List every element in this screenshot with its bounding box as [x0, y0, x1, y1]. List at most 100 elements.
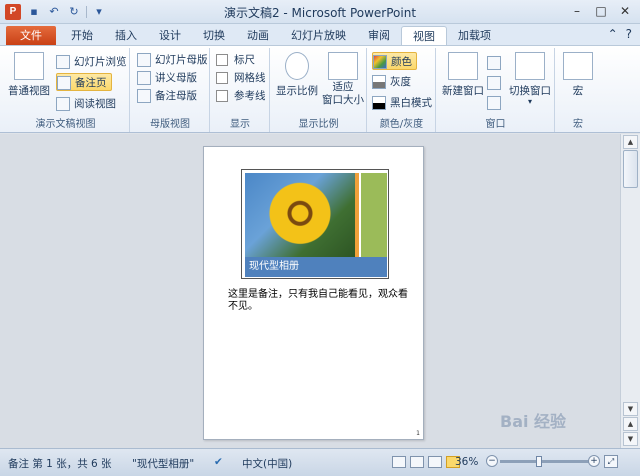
- gridlines-checkbox-box: [216, 72, 228, 84]
- tab-insert[interactable]: 插入: [104, 26, 148, 46]
- macros-button[interactable]: 宏: [560, 52, 596, 98]
- sorter-view-shortcut-icon[interactable]: [410, 456, 424, 468]
- zoom-button[interactable]: 显示比例: [273, 52, 321, 98]
- notes-page[interactable]: 现代型相册 这里是备注，只有我自己能看见，观众看不见。 1: [203, 146, 424, 440]
- notes-page-label: 备注页: [75, 77, 107, 89]
- notes-page-button[interactable]: 备注页: [56, 73, 112, 91]
- handout-master-label: 讲义母版: [155, 72, 197, 84]
- group-label-zoom: 显示比例: [298, 119, 339, 130]
- help-icon[interactable]: ?: [626, 27, 632, 41]
- slide-count-status: 备注 第 1 张，共 6 张: [8, 458, 112, 470]
- macros-icon: [563, 52, 593, 80]
- slide-sorter-label: 幻灯片浏览: [74, 56, 127, 68]
- move-split-button[interactable]: [487, 94, 501, 112]
- next-page-icon[interactable]: ▼: [623, 432, 638, 446]
- slide-green-panel: [361, 173, 387, 257]
- group-label-show: 显示: [230, 119, 250, 130]
- zoom-button-label: 显示比例: [276, 85, 318, 97]
- slide-sorter-icon: [56, 55, 70, 69]
- ruler-checkbox[interactable]: 标尺: [216, 51, 255, 69]
- language-status[interactable]: 中文(中国): [242, 456, 292, 471]
- restore-button[interactable]: □: [590, 2, 612, 20]
- group-label-window: 窗口: [485, 119, 506, 130]
- normal-view-icon: [14, 52, 44, 80]
- notes-text[interactable]: 这里是备注，只有我自己能看见，观众看不见。: [228, 289, 408, 313]
- sunflower-photo: [245, 173, 355, 257]
- slide-caption: 现代型相册: [245, 257, 387, 277]
- save-icon[interactable]: ▪: [26, 4, 42, 20]
- slide-master-button[interactable]: 幻灯片母版: [137, 51, 208, 69]
- fit-to-window-label-line1: 适应: [332, 81, 354, 93]
- handout-master-button[interactable]: 讲义母版: [137, 69, 197, 87]
- group-label-color: 颜色/灰度: [379, 119, 424, 130]
- new-window-button[interactable]: 新建窗口: [441, 52, 485, 98]
- scroll-up-arrow-icon[interactable]: ▲: [623, 135, 638, 149]
- fit-to-window-button[interactable]: 适应 窗口大小: [321, 52, 365, 107]
- spell-check-icon[interactable]: ✔: [214, 456, 223, 468]
- customize-qat-icon[interactable]: ▾: [91, 4, 107, 20]
- fit-to-window-icon: [328, 52, 358, 80]
- baidu-watermark: Bai 经验: [500, 412, 567, 431]
- arrange-all-icon: [487, 56, 501, 70]
- powerpoint-app-icon[interactable]: P: [5, 4, 21, 20]
- reading-view-button[interactable]: 阅读视图: [56, 95, 116, 113]
- normal-view-button[interactable]: 普通视图: [6, 52, 52, 98]
- group-macros: 宏 宏: [556, 48, 600, 132]
- grayscale-icon: [372, 75, 386, 89]
- zoom-slider[interactable]: [500, 460, 596, 463]
- slide-master-icon: [137, 53, 151, 67]
- tab-addins[interactable]: 加载项: [447, 26, 502, 46]
- fit-slide-icon[interactable]: ⤢: [604, 455, 618, 468]
- tab-design[interactable]: 设计: [148, 26, 192, 46]
- reading-view-shortcut-icon[interactable]: [428, 456, 442, 468]
- zoom-level[interactable]: 36%: [455, 456, 478, 468]
- normal-view-shortcut-icon[interactable]: [392, 456, 406, 468]
- zoom-slider-knob[interactable]: [536, 456, 542, 467]
- group-label-master-views: 母版视图: [150, 119, 190, 130]
- notes-master-button[interactable]: 备注母版: [137, 87, 197, 105]
- undo-icon[interactable]: ↶: [46, 4, 62, 20]
- zoom-out-icon[interactable]: −: [486, 455, 498, 467]
- tab-slideshow[interactable]: 幻灯片放映: [280, 26, 357, 46]
- arrange-all-button[interactable]: [487, 54, 501, 72]
- switch-windows-button[interactable]: 切换窗口 ▾: [507, 52, 553, 106]
- magnifier-icon: [285, 52, 309, 80]
- guides-checkbox[interactable]: 参考线: [216, 87, 266, 105]
- black-white-button[interactable]: 黑白模式: [372, 94, 432, 112]
- tab-review[interactable]: 审阅: [357, 26, 401, 46]
- gridlines-checkbox[interactable]: 网格线: [216, 69, 266, 87]
- theme-status[interactable]: "现代型相册": [132, 456, 194, 471]
- minimize-ribbon-icon[interactable]: ⌃: [608, 27, 618, 41]
- tab-animations[interactable]: 动画: [236, 26, 280, 46]
- previous-page-icon[interactable]: ▲: [623, 417, 638, 431]
- vertical-scrollbar[interactable]: ▲ ▼ ▲ ▼: [620, 134, 640, 448]
- move-split-icon: [487, 96, 501, 110]
- title-bar: P ▪ ↶ ↻ ▾ 演示文稿2 - Microsoft PowerPoint –…: [0, 0, 640, 24]
- black-white-label: 黑白模式: [390, 97, 432, 109]
- minimize-button[interactable]: –: [566, 2, 588, 20]
- group-label-macros: 宏: [573, 119, 583, 130]
- color-swatch-icon: [373, 55, 387, 69]
- slide-sorter-button[interactable]: 幻灯片浏览: [56, 53, 127, 71]
- reading-view-label: 阅读视图: [74, 98, 116, 110]
- scroll-down-arrow-icon[interactable]: ▼: [623, 402, 638, 416]
- grayscale-button[interactable]: 灰度: [372, 73, 411, 91]
- notes-master-label: 备注母版: [155, 90, 197, 102]
- ribbon-view: 普通视图 幻灯片浏览 备注页 阅读视图 演示文稿视图 幻灯片母版 讲义母版 备注…: [0, 45, 640, 133]
- ruler-checkbox-box: [216, 54, 228, 66]
- tab-home[interactable]: 开始: [60, 26, 104, 46]
- group-color-grayscale: 颜色 灰度 黑白模式 颜色/灰度: [368, 48, 436, 132]
- color-button[interactable]: 颜色: [372, 52, 417, 70]
- close-button[interactable]: ✕: [614, 2, 636, 20]
- tab-right-icons: ⌃ ?: [608, 27, 632, 41]
- redo-icon[interactable]: ↻: [66, 4, 82, 20]
- tab-file[interactable]: 文件: [6, 26, 56, 46]
- tab-transitions[interactable]: 切换: [192, 26, 236, 46]
- slide-master-label: 幻灯片母版: [155, 54, 208, 66]
- zoom-in-icon[interactable]: +: [588, 455, 600, 467]
- tab-view[interactable]: 视图: [401, 26, 447, 46]
- slide-thumbnail[interactable]: 现代型相册: [241, 169, 389, 279]
- group-presentation-views: 普通视图 幻灯片浏览 备注页 阅读视图 演示文稿视图: [2, 48, 130, 132]
- cascade-button[interactable]: [487, 74, 501, 92]
- scroll-thumb[interactable]: [623, 150, 638, 188]
